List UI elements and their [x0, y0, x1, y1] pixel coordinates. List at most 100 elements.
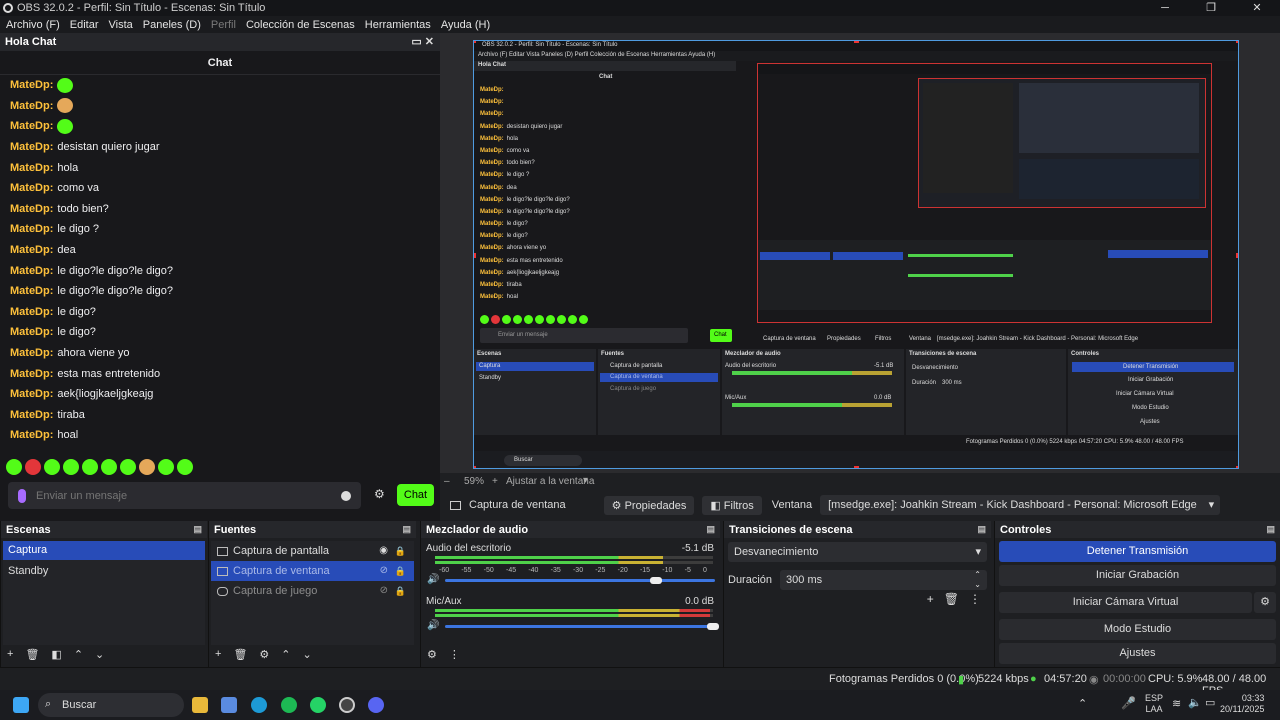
file-explorer-icon[interactable]	[192, 697, 208, 713]
slider-thumb[interactable]	[650, 576, 663, 584]
advanced-audio-gear-icon[interactable]: ⚙	[427, 648, 437, 661]
menu-coleccion-escenas[interactable]: Colección de Escenas	[246, 19, 355, 31]
menu-perfil[interactable]: Perfil	[211, 19, 236, 31]
chat-username[interactable]: MateDp:	[10, 182, 53, 194]
chat-username[interactable]: MateDp:	[10, 223, 53, 235]
chat-message-input[interactable]	[36, 489, 341, 502]
edge-icon[interactable]	[251, 697, 267, 713]
visibility-eye-icon[interactable]: ◉	[379, 541, 388, 561]
chat-settings-gear-icon[interactable]: ⚙	[374, 487, 385, 501]
chat-username[interactable]: MateDp:	[10, 368, 53, 380]
zoom-in-icon[interactable]: +	[492, 476, 498, 487]
remove-source-icon[interactable]: 🗑	[233, 648, 247, 661]
minimize-button[interactable]: ─	[1142, 0, 1188, 16]
remove-scene-icon[interactable]: 🗑	[25, 648, 39, 661]
scene-filters-icon[interactable]: ◧	[51, 648, 61, 661]
lock-icon[interactable]: 🔒	[395, 561, 406, 581]
emote-icon[interactable]	[63, 459, 79, 475]
chat-username[interactable]: MateDp:	[10, 347, 53, 359]
battery-icon[interactable]: ▭	[1205, 696, 1215, 709]
chat-username[interactable]: MateDp:	[10, 388, 53, 400]
visibility-eye-hidden-icon[interactable]: ⊘	[380, 581, 388, 601]
resize-handle[interactable]	[1236, 466, 1238, 468]
window-select[interactable]: [msedge.exe]: Joahkin Stream - Kick Dash…	[820, 495, 1221, 515]
chat-username[interactable]: MateDp:	[10, 162, 53, 174]
add-source-icon[interactable]: +	[215, 648, 221, 661]
chat-username[interactable]: MateDp:	[10, 409, 53, 421]
emote-icon[interactable]	[158, 459, 174, 475]
resize-handle[interactable]	[1236, 41, 1238, 43]
zoom-out-icon[interactable]: –	[444, 476, 450, 487]
source-properties-gear-icon[interactable]: ⚙	[259, 648, 269, 661]
start-recording-button[interactable]: Iniciar Grabación	[999, 565, 1276, 586]
emote-icon[interactable]	[139, 459, 155, 475]
mixer-menu-icon[interactable]: ⋮	[449, 648, 460, 661]
obs-icon[interactable]	[339, 697, 355, 713]
volume-icon[interactable]: 🔈	[1188, 696, 1202, 709]
lock-icon[interactable]: 🔒	[395, 541, 406, 561]
chat-send-button[interactable]: Chat	[397, 484, 434, 506]
scene-item-standby[interactable]: Standby	[3, 562, 205, 581]
studio-mode-button[interactable]: Modo Estudio	[999, 619, 1276, 640]
chat-username[interactable]: MateDp:	[10, 141, 53, 153]
resize-handle[interactable]	[854, 466, 859, 468]
settings-button[interactable]: Ajustes	[999, 643, 1276, 664]
close-button[interactable]: ✕	[1234, 0, 1280, 16]
source-item[interactable]: Captura de ventana ⊘ 🔒	[211, 561, 414, 581]
duration-spinbox[interactable]: 300 ms ⌃ ⌄	[780, 570, 987, 590]
add-scene-icon[interactable]: +	[7, 648, 13, 661]
whatsapp-icon[interactable]	[310, 697, 326, 713]
dock-menu-icon[interactable]: ▤	[1266, 524, 1275, 535]
menu-paneles[interactable]: Paneles (D)	[143, 19, 201, 31]
volume-slider[interactable]	[445, 575, 716, 585]
menu-vista[interactable]: Vista	[109, 19, 133, 31]
emote-icon[interactable]	[101, 459, 117, 475]
dock-menu-icon[interactable]: ▤	[193, 524, 202, 535]
spotify-icon[interactable]	[281, 697, 297, 713]
filters-button[interactable]: ◧ Filtros	[702, 495, 762, 515]
zoom-fit-label[interactable]: Ajustar a la ventana	[506, 476, 594, 487]
move-down-icon[interactable]: ⌄	[303, 648, 312, 661]
emote-icon[interactable]	[25, 459, 41, 475]
transition-menu-icon[interactable]: ⋮	[969, 592, 981, 606]
language-indicator[interactable]: ESP LAA	[1145, 693, 1163, 715]
chat-username[interactable]: MateDp:	[10, 265, 53, 277]
virtual-camera-gear-icon[interactable]: ⚙	[1254, 592, 1276, 613]
emote-icon[interactable]	[177, 459, 193, 475]
menu-herramientas[interactable]: Herramientas	[365, 19, 431, 31]
dock-menu-icon[interactable]: ▤	[402, 524, 411, 535]
remove-transition-icon[interactable]: 🗑	[944, 592, 959, 606]
emote-icon[interactable]	[6, 459, 22, 475]
source-item[interactable]: Captura de pantalla ◉ 🔒	[211, 541, 414, 561]
resize-handle[interactable]	[1236, 253, 1238, 258]
dock-menu-icon[interactable]: ▤	[977, 524, 986, 535]
taskbar-search[interactable]: ⌕ Buscar	[38, 693, 184, 717]
windows-start-icon[interactable]	[13, 697, 29, 713]
emote-icon[interactable]	[120, 459, 136, 475]
discord-icon[interactable]	[368, 697, 384, 713]
chat-username[interactable]: MateDp:	[10, 285, 53, 297]
add-transition-icon[interactable]: +	[927, 592, 934, 606]
volume-slider[interactable]	[445, 621, 720, 631]
resize-handle[interactable]	[474, 253, 476, 258]
tray-chevron-up-icon[interactable]: ⌃	[1078, 697, 1087, 710]
move-down-icon[interactable]: ⌄	[95, 648, 104, 661]
speaker-icon[interactable]: 🔊	[427, 620, 439, 631]
scene-item-captura[interactable]: Captura	[3, 541, 205, 560]
chat-username[interactable]: MateDp:	[10, 244, 53, 256]
chat-input-box[interactable]	[8, 482, 361, 509]
chat-username[interactable]: MateDp:	[10, 306, 53, 318]
move-up-icon[interactable]: ⌃	[74, 648, 83, 661]
chat-username[interactable]: MateDp:	[10, 100, 53, 112]
menu-archivo[interactable]: Archivo (F)	[6, 19, 60, 31]
dock-float-close-icon[interactable]: ▭ ✕	[411, 35, 434, 48]
resize-handle[interactable]	[474, 41, 476, 43]
start-virtual-camera-button[interactable]: Iniciar Cámara Virtual	[999, 592, 1252, 613]
emote-icon[interactable]	[82, 459, 98, 475]
resize-handle[interactable]	[854, 41, 859, 43]
chat-username[interactable]: MateDp:	[10, 326, 53, 338]
microphone-icon[interactable]: 🎤	[1121, 696, 1136, 710]
lock-icon[interactable]: 🔒	[395, 581, 406, 601]
store-icon[interactable]	[221, 697, 237, 713]
move-up-icon[interactable]: ⌃	[281, 648, 290, 661]
